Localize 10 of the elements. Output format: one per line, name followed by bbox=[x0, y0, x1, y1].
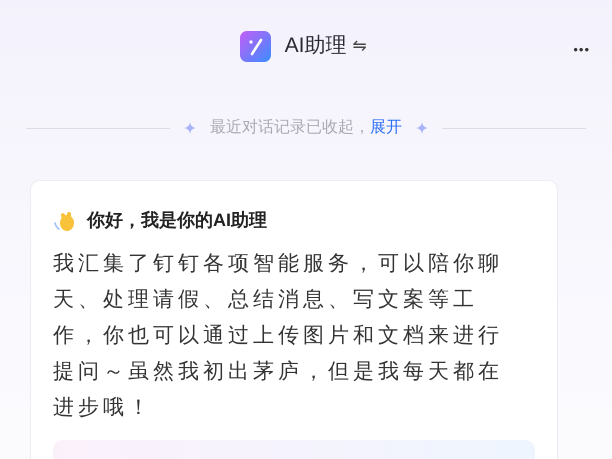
app-logo-icon bbox=[240, 30, 271, 62]
welcome-heading: 你好，我是你的AI助理 bbox=[87, 209, 267, 232]
welcome-message: 我汇集了钉钉各项智能服务，可以陪你聊天、处理请假、总结消息、写文案等工作，你也可以通过上传图片和文档来进行提问～虽然我初出茅庐，但是我每天都在进步哦！ bbox=[53, 251, 503, 421]
expand-link[interactable]: 展开 bbox=[370, 119, 402, 136]
history-notice: 最近对话记录已收起，展开 bbox=[210, 118, 402, 138]
switch-button[interactable]: ⇋ bbox=[352, 33, 366, 59]
sparkle-icon bbox=[416, 122, 428, 134]
sparkle-icon bbox=[184, 122, 196, 134]
more-button[interactable]: ••• bbox=[573, 40, 590, 60]
window-title: AI助理 bbox=[284, 33, 346, 60]
